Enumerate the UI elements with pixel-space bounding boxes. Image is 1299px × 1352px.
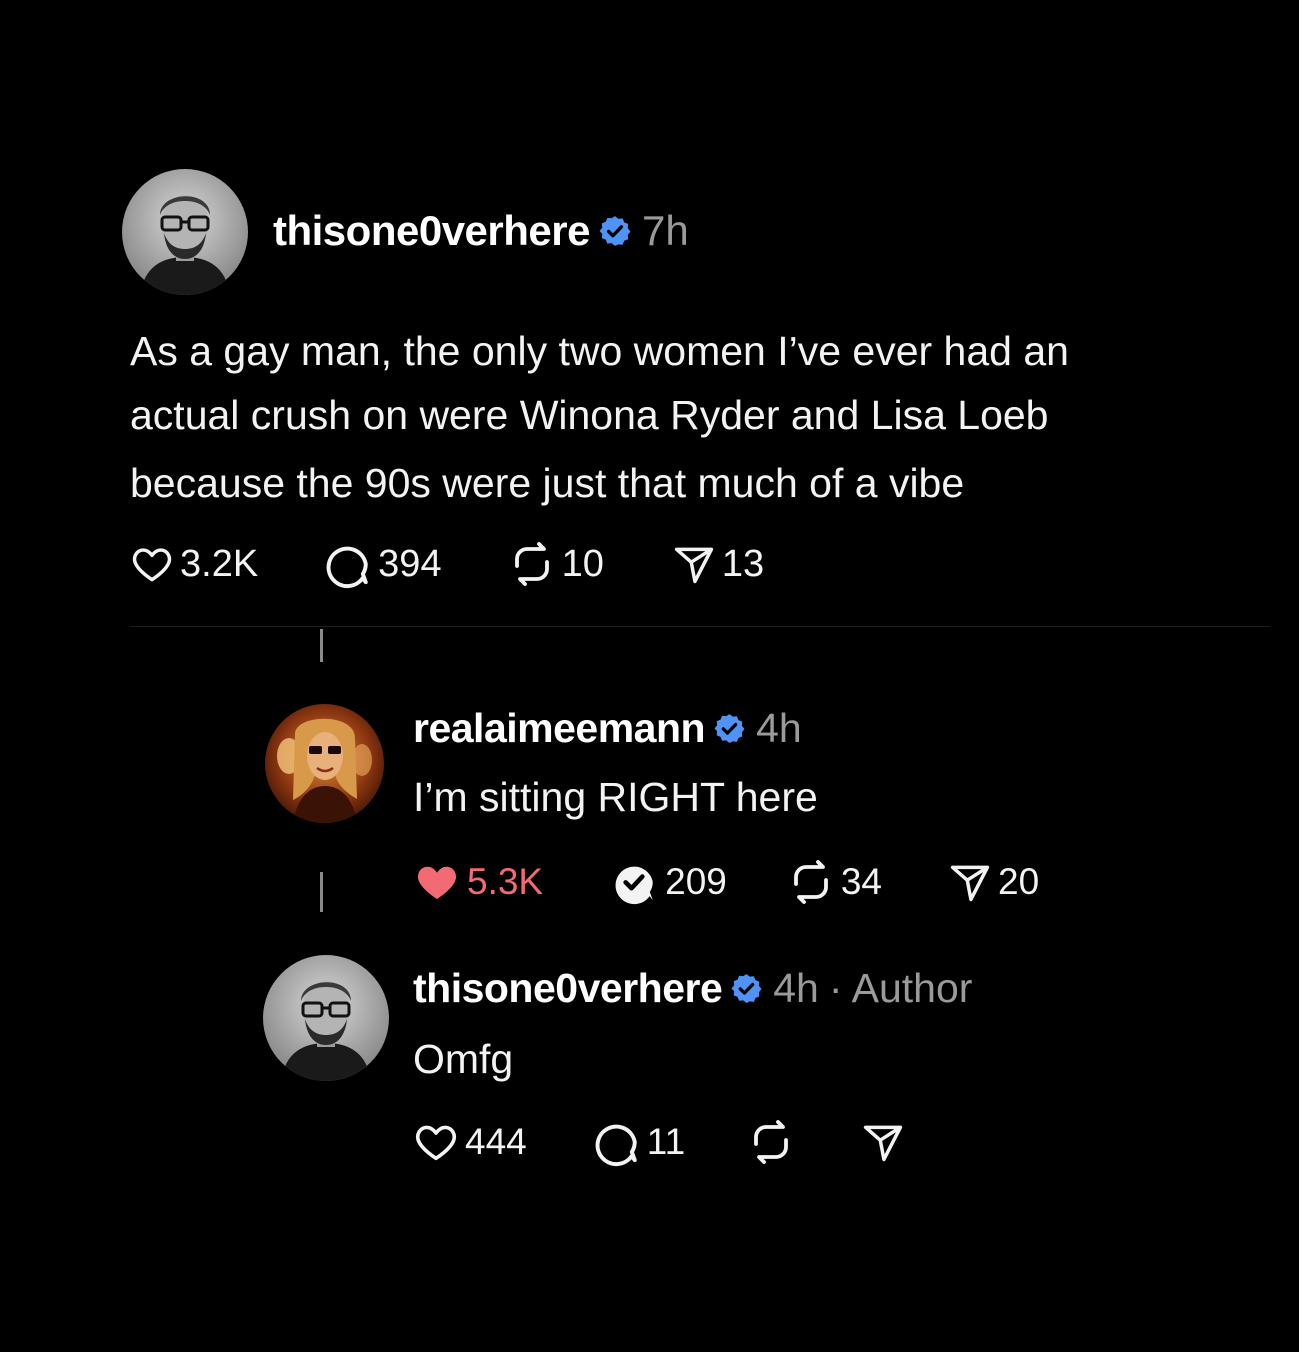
repost-icon — [754, 1120, 789, 1164]
send-icon — [674, 547, 714, 584]
reply2-time: 4h — [773, 964, 819, 1011]
post-divider — [130, 626, 1270, 627]
repost-button[interactable]: 34 — [787, 858, 882, 906]
post-text-line-1: As a gay man, the only two women I’ve ev… — [130, 328, 1069, 374]
like-count: 5.3K — [467, 861, 544, 902]
reply1-header: realaimeemann 4h — [413, 704, 802, 752]
thread-line-middle — [320, 872, 323, 912]
post-author-avatar[interactable] — [122, 169, 248, 295]
reply2-author-avatar[interactable] — [263, 955, 389, 1081]
comment-count: 209 — [665, 861, 727, 902]
like-button[interactable]: 5.3K — [413, 858, 543, 906]
comment-count: 11 — [646, 1121, 686, 1162]
post-text-line-2: actual crush on were Winona Ryder and Li… — [130, 392, 1049, 438]
comment-count: 394 — [378, 542, 442, 585]
repost-count: 10 — [561, 542, 604, 585]
reply1-actions: 5.3K 209 34 20 — [413, 858, 1039, 906]
man-portrait-avatar-image — [122, 169, 248, 295]
share-button[interactable]: 20 — [948, 860, 1039, 904]
share-button[interactable] — [861, 1120, 905, 1164]
post-username[interactable]: thisone0verhere — [273, 207, 590, 255]
heart-icon — [132, 548, 172, 582]
share-count: 13 — [721, 542, 765, 585]
post-header: thisone0verhere 7h — [273, 207, 689, 255]
reply2-actions: 444 11 — [413, 1117, 905, 1167]
reply2-author-tag: · Author — [828, 964, 973, 1011]
comment-bubble-icon — [595, 1124, 637, 1167]
repost-count: 34 — [840, 861, 883, 902]
send-icon — [950, 865, 990, 902]
reply2-username[interactable]: thisone0verhere — [413, 965, 723, 1012]
reply2-header: thisone0verhere 4h · Author — [413, 964, 972, 1012]
post-text-line-3: because the 90s were just that much of a… — [130, 460, 965, 506]
thread-line-top — [320, 629, 323, 662]
verified-badge-icon — [598, 214, 632, 248]
post-actions: 3.2K 394 10 13 — [130, 539, 764, 589]
woman-portrait-avatar-image — [265, 704, 384, 823]
comment-check-icon — [615, 866, 653, 905]
post-time: 7h — [641, 207, 689, 254]
comment-bubble-icon — [326, 546, 368, 589]
send-icon — [863, 1125, 903, 1162]
reply1-username[interactable]: realaimeemann — [413, 705, 706, 752]
verified-badge-icon — [730, 972, 763, 1005]
man-portrait-avatar-image — [263, 955, 389, 1081]
like-button[interactable]: 3.2K — [130, 542, 258, 586]
reply1-author-avatar[interactable] — [265, 704, 384, 823]
share-count: 20 — [998, 861, 1040, 902]
share-button[interactable]: 13 — [672, 542, 764, 586]
reply1-time: 4h — [756, 704, 802, 751]
comment-button[interactable]: 394 — [322, 539, 442, 589]
repost-icon — [514, 542, 549, 586]
reply1-text: I’m sitting RIGHT here — [413, 774, 818, 820]
comment-button[interactable]: 11 — [591, 1117, 685, 1167]
comment-button[interactable]: 209 — [609, 857, 727, 907]
repost-icon — [793, 860, 828, 904]
heart-icon — [415, 1125, 457, 1161]
like-button[interactable]: 444 — [413, 1119, 527, 1165]
repost-button[interactable] — [747, 1118, 795, 1166]
reply2-text: Omfg — [413, 1036, 514, 1082]
like-count: 3.2K — [180, 542, 259, 585]
repost-button[interactable]: 10 — [508, 540, 604, 588]
heart-filled-icon — [417, 866, 457, 899]
verified-badge-icon — [713, 712, 746, 745]
like-count: 444 — [465, 1121, 527, 1162]
